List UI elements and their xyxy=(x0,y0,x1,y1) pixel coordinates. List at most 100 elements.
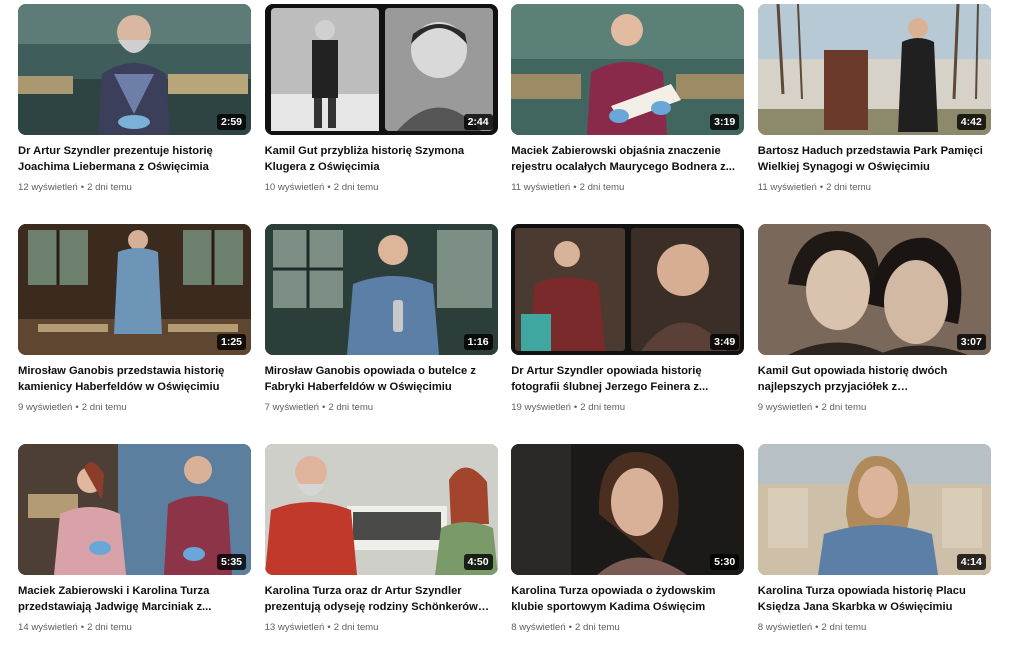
view-count: 14 wyświetleń xyxy=(18,622,78,633)
meta-separator: • xyxy=(568,622,572,633)
video-thumbnail[interactable]: 1:16 xyxy=(264,224,498,355)
video-title[interactable]: Dr Artur Szyndler opowiada historię foto… xyxy=(511,363,744,395)
upload-age: 2 dni temu xyxy=(333,182,379,193)
video-title[interactable]: Bartosz Haduch przedstawia Park Pamięci … xyxy=(758,143,991,175)
upload-age: 2 dni temu xyxy=(821,622,867,633)
video-duration: 5:30 xyxy=(710,554,740,570)
video-duration: 2:59 xyxy=(216,114,246,130)
video-meta: 8 wyświetleń • 2 dni temu xyxy=(511,621,744,634)
video-card[interactable]: 4:14 Karolina Turza opowiada historię Pl… xyxy=(757,444,991,664)
video-card[interactable]: 3:07 Kamil Gut opowiada historię dwóch n… xyxy=(757,224,991,444)
meta-separator: • xyxy=(327,182,331,193)
view-count: 12 wyświetleń xyxy=(18,182,78,193)
video-duration: 1:25 xyxy=(216,334,246,350)
meta-separator: • xyxy=(80,622,85,633)
upload-age: 2 dni temu xyxy=(574,622,620,633)
view-count: 19 wyświetleń xyxy=(511,402,571,413)
meta-separator: • xyxy=(80,182,85,193)
video-grid: 2:59 Dr Artur Szyndler prezentuje histor… xyxy=(18,4,991,664)
upload-age: 2 dni temu xyxy=(580,402,626,413)
view-count: 11 wyświetleń xyxy=(757,182,817,193)
video-title[interactable]: Karolina Turza opowiada o żydowskim klub… xyxy=(511,583,744,615)
video-thumbnail[interactable]: 3:19 xyxy=(511,4,745,135)
video-meta: 8 wyświetleń • 2 dni temu xyxy=(758,621,991,634)
thumbnail-image xyxy=(18,224,251,355)
video-title[interactable]: Karolina Turza oraz dr Artur Szyndler pr… xyxy=(265,583,498,615)
video-card[interactable]: 5:30 Karolina Turza opowiada o żydowskim… xyxy=(511,444,745,664)
video-title[interactable]: Maciek Zabierowski i Karolina Turza prze… xyxy=(18,583,251,615)
view-count: 9 wyświetleń xyxy=(757,402,813,413)
upload-age: 2 dni temu xyxy=(87,622,132,633)
video-duration: 4:42 xyxy=(956,114,986,130)
video-card[interactable]: 1:16 Mirosław Ganobis opowiada o butelce… xyxy=(264,224,498,444)
meta-separator: • xyxy=(573,402,578,413)
meta-separator: • xyxy=(75,402,79,413)
video-duration: 3:07 xyxy=(956,334,986,350)
video-meta: 10 wyświetleń • 2 dni temu xyxy=(265,181,498,194)
thumbnail-image xyxy=(18,4,251,135)
upload-age: 2 dni temu xyxy=(328,402,374,413)
view-count: 13 wyświetleń xyxy=(264,622,325,633)
video-title[interactable]: Mirosław Ganobis opowiada o butelce z Fa… xyxy=(265,363,498,395)
video-meta: 13 wyświetleń • 2 dni temu xyxy=(265,621,498,634)
view-count: 8 wyświetleń xyxy=(511,622,566,633)
video-thumbnail[interactable]: 3:07 xyxy=(757,224,991,355)
video-card[interactable]: 3:19 Maciek Zabierowski objaśnia znaczen… xyxy=(511,4,745,224)
video-thumbnail[interactable]: 2:59 xyxy=(18,4,251,135)
meta-separator: • xyxy=(573,182,577,193)
view-count: 9 wyświetleń xyxy=(18,402,73,413)
thumbnail-image xyxy=(757,224,991,355)
video-thumbnail[interactable]: 4:50 xyxy=(264,444,498,575)
meta-separator: • xyxy=(327,622,331,633)
video-card[interactable]: 4:42 Bartosz Haduch przedstawia Park Pam… xyxy=(757,4,991,224)
meta-separator: • xyxy=(321,402,326,413)
video-thumbnail[interactable]: 4:14 xyxy=(757,444,991,575)
video-thumbnail[interactable]: 5:35 xyxy=(18,444,251,575)
video-card[interactable]: 5:35 Maciek Zabierowski i Karolina Turza… xyxy=(18,444,251,664)
video-title[interactable]: Karolina Turza opowiada historię Placu K… xyxy=(758,583,991,615)
video-meta: 11 wyświetleń • 2 dni temu xyxy=(758,181,991,194)
upload-age: 2 dni temu xyxy=(333,622,379,633)
video-meta: 12 wyświetleń • 2 dni temu xyxy=(18,181,251,194)
upload-age: 2 dni temu xyxy=(579,182,625,193)
video-title[interactable]: Kamil Gut przybliża historię Szymona Klu… xyxy=(265,143,498,175)
thumbnail-image xyxy=(757,444,991,575)
video-meta: 14 wyświetleń • 2 dni temu xyxy=(18,621,251,634)
video-thumbnail[interactable]: 1:25 xyxy=(18,224,251,355)
video-thumbnail[interactable]: 4:42 xyxy=(757,4,991,135)
video-thumbnail[interactable]: 2:44 xyxy=(264,4,498,135)
view-count: 11 wyświetleń xyxy=(511,182,571,193)
video-title[interactable]: Kamil Gut opowiada historię dwóch najlep… xyxy=(758,363,991,395)
video-card[interactable]: 4:50 Karolina Turza oraz dr Artur Szyndl… xyxy=(264,444,498,664)
upload-age: 2 dni temu xyxy=(826,182,871,193)
video-card[interactable]: 3:49 Dr Artur Szyndler opowiada historię… xyxy=(511,224,745,444)
view-count: 8 wyświetleń xyxy=(757,622,813,633)
video-duration: 4:50 xyxy=(463,554,493,570)
video-title[interactable]: Maciek Zabierowski objaśnia znaczenie re… xyxy=(511,143,744,175)
thumbnail-image xyxy=(264,444,498,575)
video-card[interactable]: 1:25 Mirosław Ganobis przedstawia histor… xyxy=(18,224,251,444)
video-duration: 5:35 xyxy=(216,554,246,570)
video-duration: 1:16 xyxy=(463,334,493,350)
video-duration: 4:14 xyxy=(956,554,986,570)
video-title[interactable]: Dr Artur Szyndler prezentuje historię Jo… xyxy=(18,143,251,175)
video-meta: 9 wyświetleń • 2 dni temu xyxy=(18,401,251,414)
video-duration: 2:44 xyxy=(463,114,493,130)
video-meta: 9 wyświetleń • 2 dni temu xyxy=(758,401,991,414)
thumbnail-image xyxy=(264,224,498,355)
video-meta: 19 wyświetleń • 2 dni temu xyxy=(511,401,744,414)
video-meta: 11 wyświetleń • 2 dni temu xyxy=(511,181,744,194)
upload-age: 2 dni temu xyxy=(87,182,132,193)
video-card[interactable]: 2:44 Kamil Gut przybliża historię Szymon… xyxy=(264,4,498,224)
view-count: 7 wyświetleń xyxy=(264,402,319,413)
video-meta: 7 wyświetleń • 2 dni temu xyxy=(265,401,498,414)
upload-age: 2 dni temu xyxy=(821,402,867,413)
video-duration: 3:49 xyxy=(710,334,740,350)
video-thumbnail[interactable]: 5:30 xyxy=(511,444,745,575)
meta-separator: • xyxy=(815,402,819,413)
upload-age: 2 dni temu xyxy=(81,402,127,413)
thumbnail-image xyxy=(264,4,498,135)
video-title[interactable]: Mirosław Ganobis przedstawia historię ka… xyxy=(18,363,251,395)
video-card[interactable]: 2:59 Dr Artur Szyndler prezentuje histor… xyxy=(18,4,251,224)
video-thumbnail[interactable]: 3:49 xyxy=(511,224,745,355)
